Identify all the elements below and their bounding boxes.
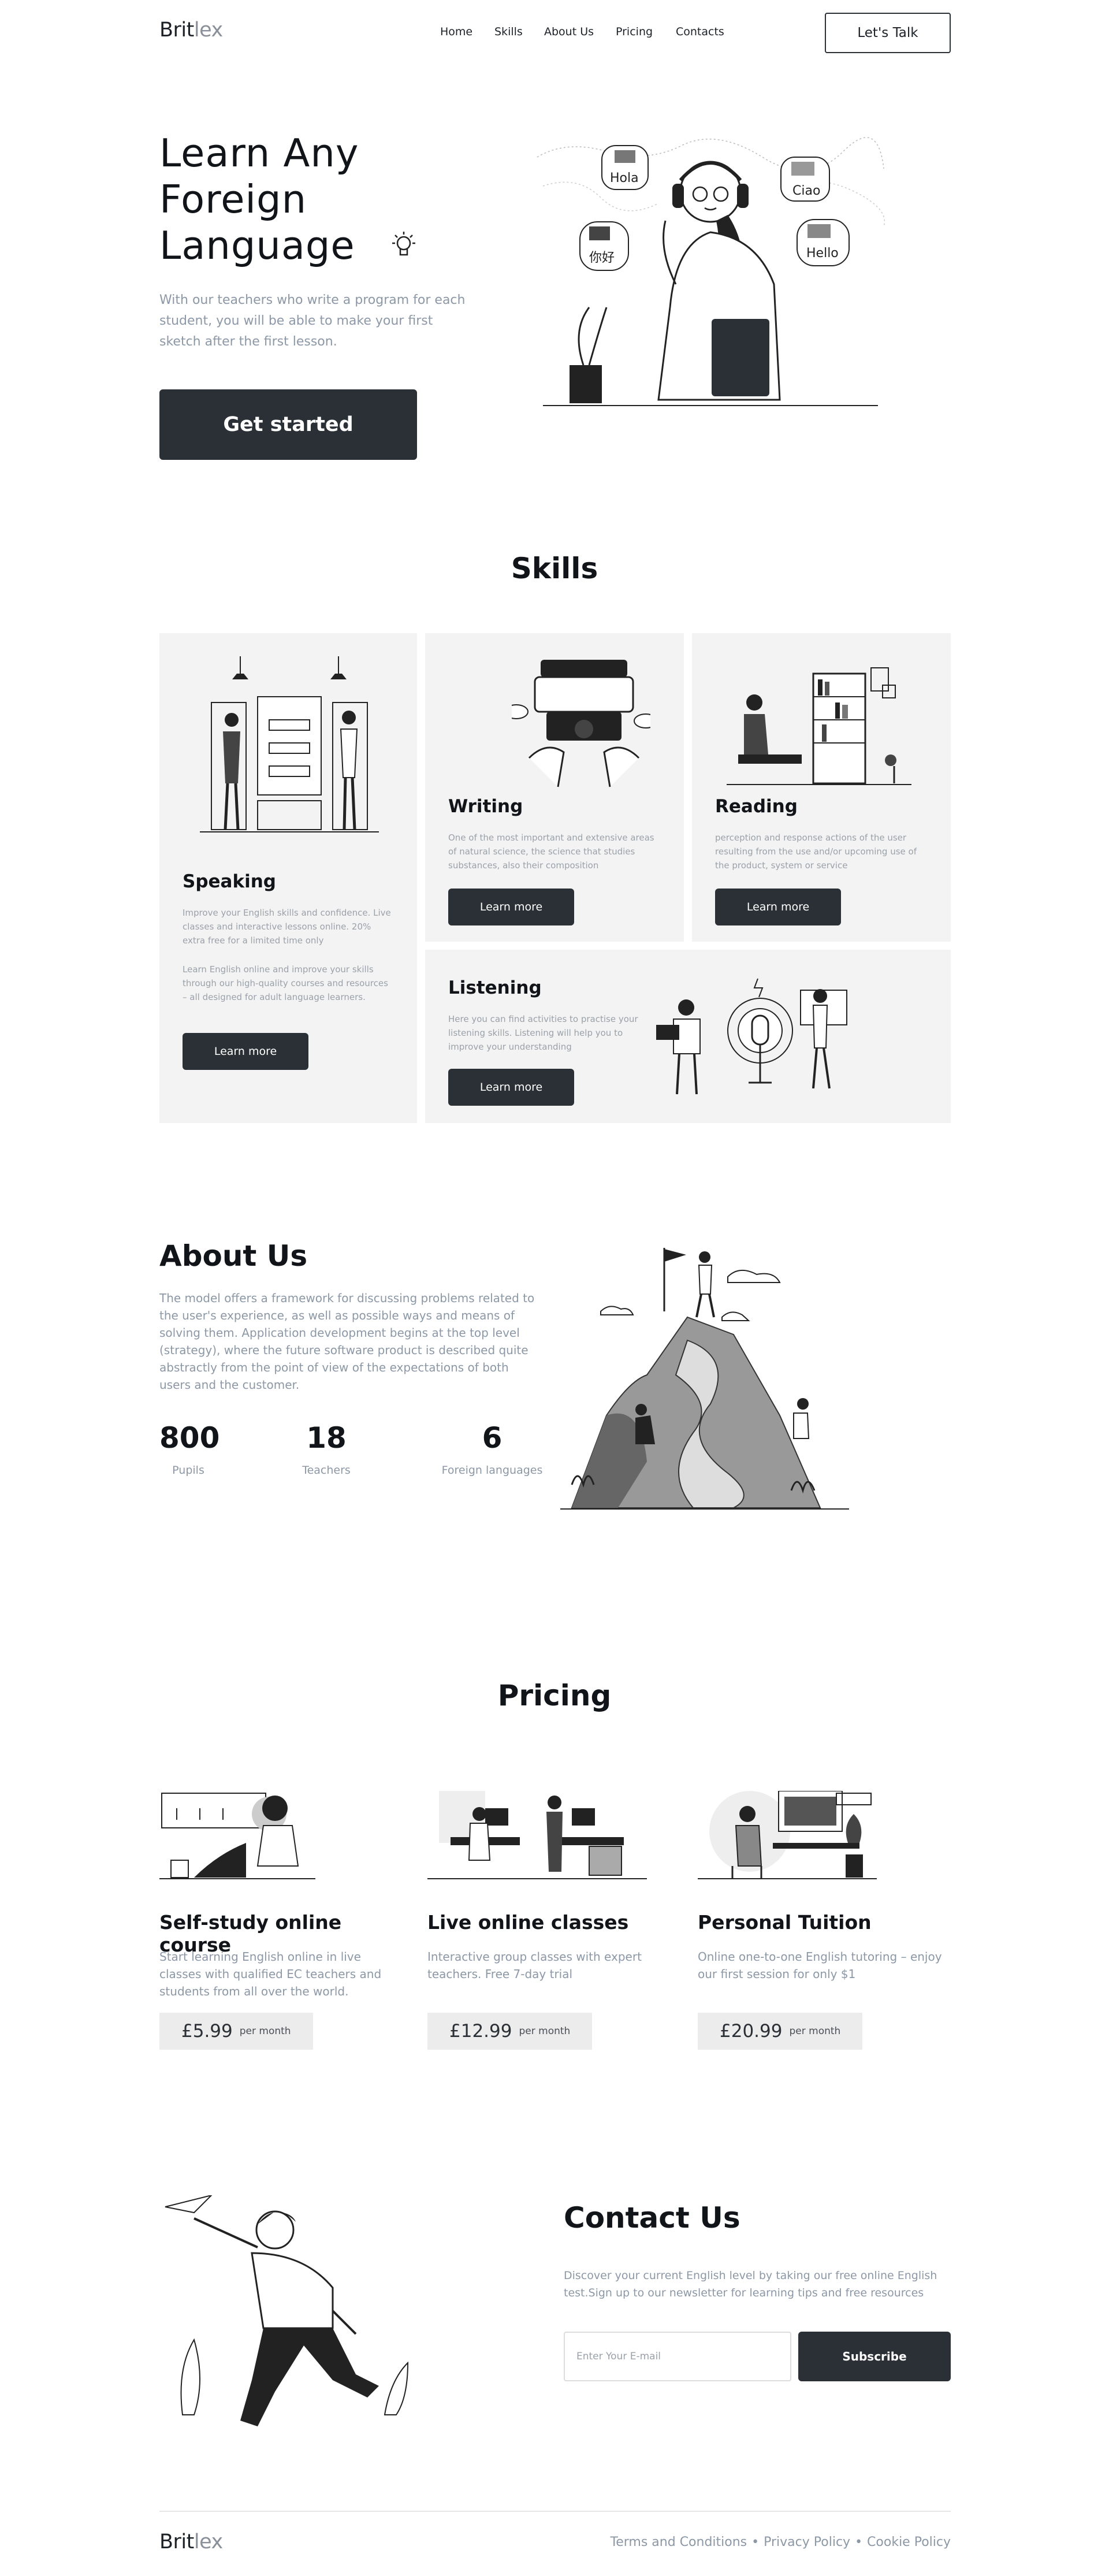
skill-card-reading: Reading perception and response actions … [692, 633, 951, 942]
speaking-illustration [200, 656, 379, 832]
logo-light: lex [193, 18, 223, 42]
skill-card-listening: Listening Here you can find activities t… [425, 950, 951, 1123]
lets-talk-button[interactable]: Let's Talk [825, 13, 951, 53]
hero-title: Learn Any Foreign Language [159, 130, 483, 269]
plan-2-price-badge: £12.99 per month [427, 2013, 593, 2050]
nav-home[interactable]: Home [440, 25, 472, 38]
contact-title: Contact Us [564, 2201, 740, 2235]
stat-languages: 6 Foreign languages [434, 1421, 550, 1477]
speaking-title: Speaking [183, 871, 276, 892]
bubble-nihao: 你好 [589, 251, 615, 265]
footer-separator: • [855, 2535, 863, 2549]
pricing-plan-personal-tuition: Personal Tuition Online one-to-one Engli… [698, 1791, 952, 2062]
bubble-hola: Hola [610, 171, 639, 185]
footer-link-privacy[interactable]: Privacy Policy [764, 2535, 850, 2549]
footer-logo[interactable]: Britlex [159, 2530, 223, 2553]
pricing-plan-self-study: Self-study online course Start learning … [159, 1791, 402, 2062]
plan-3-price-badge: £20.99 per month [698, 2013, 863, 2050]
personal-tuition-illustration [698, 1791, 877, 1879]
footer-link-cookie[interactable]: Cookie Policy [867, 2535, 951, 2549]
plan-2-text: Interactive group classes with expert te… [427, 1950, 642, 1981]
subscribe-button[interactable]: Subscribe [798, 2332, 951, 2381]
speaking-text-1: Improve your English skills and confiden… [183, 908, 391, 946]
bubble-ciao: Ciao [792, 184, 821, 198]
email-field[interactable] [564, 2332, 791, 2381]
logo-main: Brit [159, 18, 194, 42]
listening-illustration [656, 978, 847, 1095]
stat-languages-value: 6 [482, 1421, 503, 1455]
hero-subtitle: With our teachers who write a program fo… [159, 293, 466, 349]
listening-title: Listening [448, 977, 542, 998]
live-classes-illustration [427, 1791, 647, 1879]
plan-2-title: Live online classes [427, 1911, 629, 1934]
nav-about-us[interactable]: About Us [544, 25, 594, 38]
footer-links: Terms and Conditions • Privacy Policy • … [611, 2535, 951, 2549]
skills-title: Skills [511, 552, 598, 585]
stat-teachers: 18 Teachers [295, 1421, 358, 1477]
plan-3-title: Personal Tuition [698, 1911, 872, 1934]
skill-card-speaking: Speaking Improve your English skills and… [159, 633, 417, 1123]
writing-learn-more-button[interactable]: Learn more [448, 889, 574, 925]
self-study-illustration [159, 1793, 315, 1879]
plan-2-period: per month [519, 2025, 571, 2037]
stat-pupils: 800 Pupils [159, 1421, 220, 1477]
hero-illustration: Hola Ciao 你好 Hello [531, 134, 890, 411]
plan-1-text: Start learning English online in live cl… [159, 1950, 382, 1998]
bubble-hello: Hello [806, 246, 839, 261]
writing-illustration [512, 660, 650, 787]
listening-text: Here you can find activities to practise… [448, 1014, 638, 1052]
stat-pupils-label: Pupils [172, 1464, 204, 1477]
logo[interactable]: Britlex [159, 18, 223, 42]
plan-3-text: Online one-to-one English tutoring – enj… [698, 1950, 942, 1981]
nav-skills[interactable]: Skills [494, 25, 523, 38]
speaking-text-2: Learn English online and improve your sk… [183, 964, 388, 1002]
footer-separator: • [751, 2535, 760, 2549]
about-title: About Us [159, 1239, 308, 1273]
reading-learn-more-button[interactable]: Learn more [715, 889, 841, 925]
footer-logo-main: Brit [159, 2530, 194, 2553]
plan-1-price-badge: £5.99 per month [159, 2013, 313, 2050]
writing-title: Writing [448, 796, 523, 817]
stat-languages-label: Foreign languages [441, 1464, 543, 1477]
stat-teachers-label: Teachers [302, 1464, 351, 1477]
stat-teachers-value: 18 [306, 1421, 347, 1455]
writing-text: One of the most important and extensive … [448, 832, 654, 871]
hero-title-line-1: Learn Any [159, 131, 359, 176]
footer-link-terms[interactable]: Terms and Conditions [611, 2535, 747, 2549]
nav-pricing[interactable]: Pricing [616, 25, 653, 38]
contact-text: Discover your current English level by t… [564, 2269, 937, 2299]
speaking-learn-more-button[interactable]: Learn more [183, 1033, 308, 1070]
plan-1-period: per month [239, 2025, 291, 2037]
get-started-button[interactable]: Get started [159, 389, 417, 460]
lightbulb-icon [392, 232, 415, 256]
reading-title: Reading [715, 796, 798, 817]
hero-title-line-3: Language [159, 223, 355, 268]
hero-title-line-2: Foreign [159, 177, 307, 222]
listening-learn-more-button[interactable]: Learn more [448, 1069, 574, 1106]
reading-illustration [727, 667, 911, 785]
footer-logo-light: lex [193, 2530, 223, 2553]
footer-divider [159, 2511, 951, 2512]
plan-2-price: £12.99 [449, 2021, 512, 2042]
stat-pupils-value: 800 [159, 1421, 220, 1455]
about-text: The model offers a framework for discuss… [159, 1291, 535, 1392]
contact-illustration [159, 2195, 425, 2432]
pricing-title: Pricing [497, 1679, 612, 1712]
about-illustration [560, 1242, 849, 1514]
plan-1-price: £5.99 [181, 2021, 233, 2042]
plan-3-period: per month [789, 2025, 841, 2037]
nav-contacts[interactable]: Contacts [676, 25, 724, 38]
plan-3-price: £20.99 [720, 2021, 783, 2042]
skill-card-writing: Writing One of the most important and ex… [425, 633, 684, 942]
pricing-plan-live-classes: Live online classes Interactive group cl… [427, 1791, 670, 2062]
reading-text: perception and response actions of the u… [715, 832, 917, 871]
